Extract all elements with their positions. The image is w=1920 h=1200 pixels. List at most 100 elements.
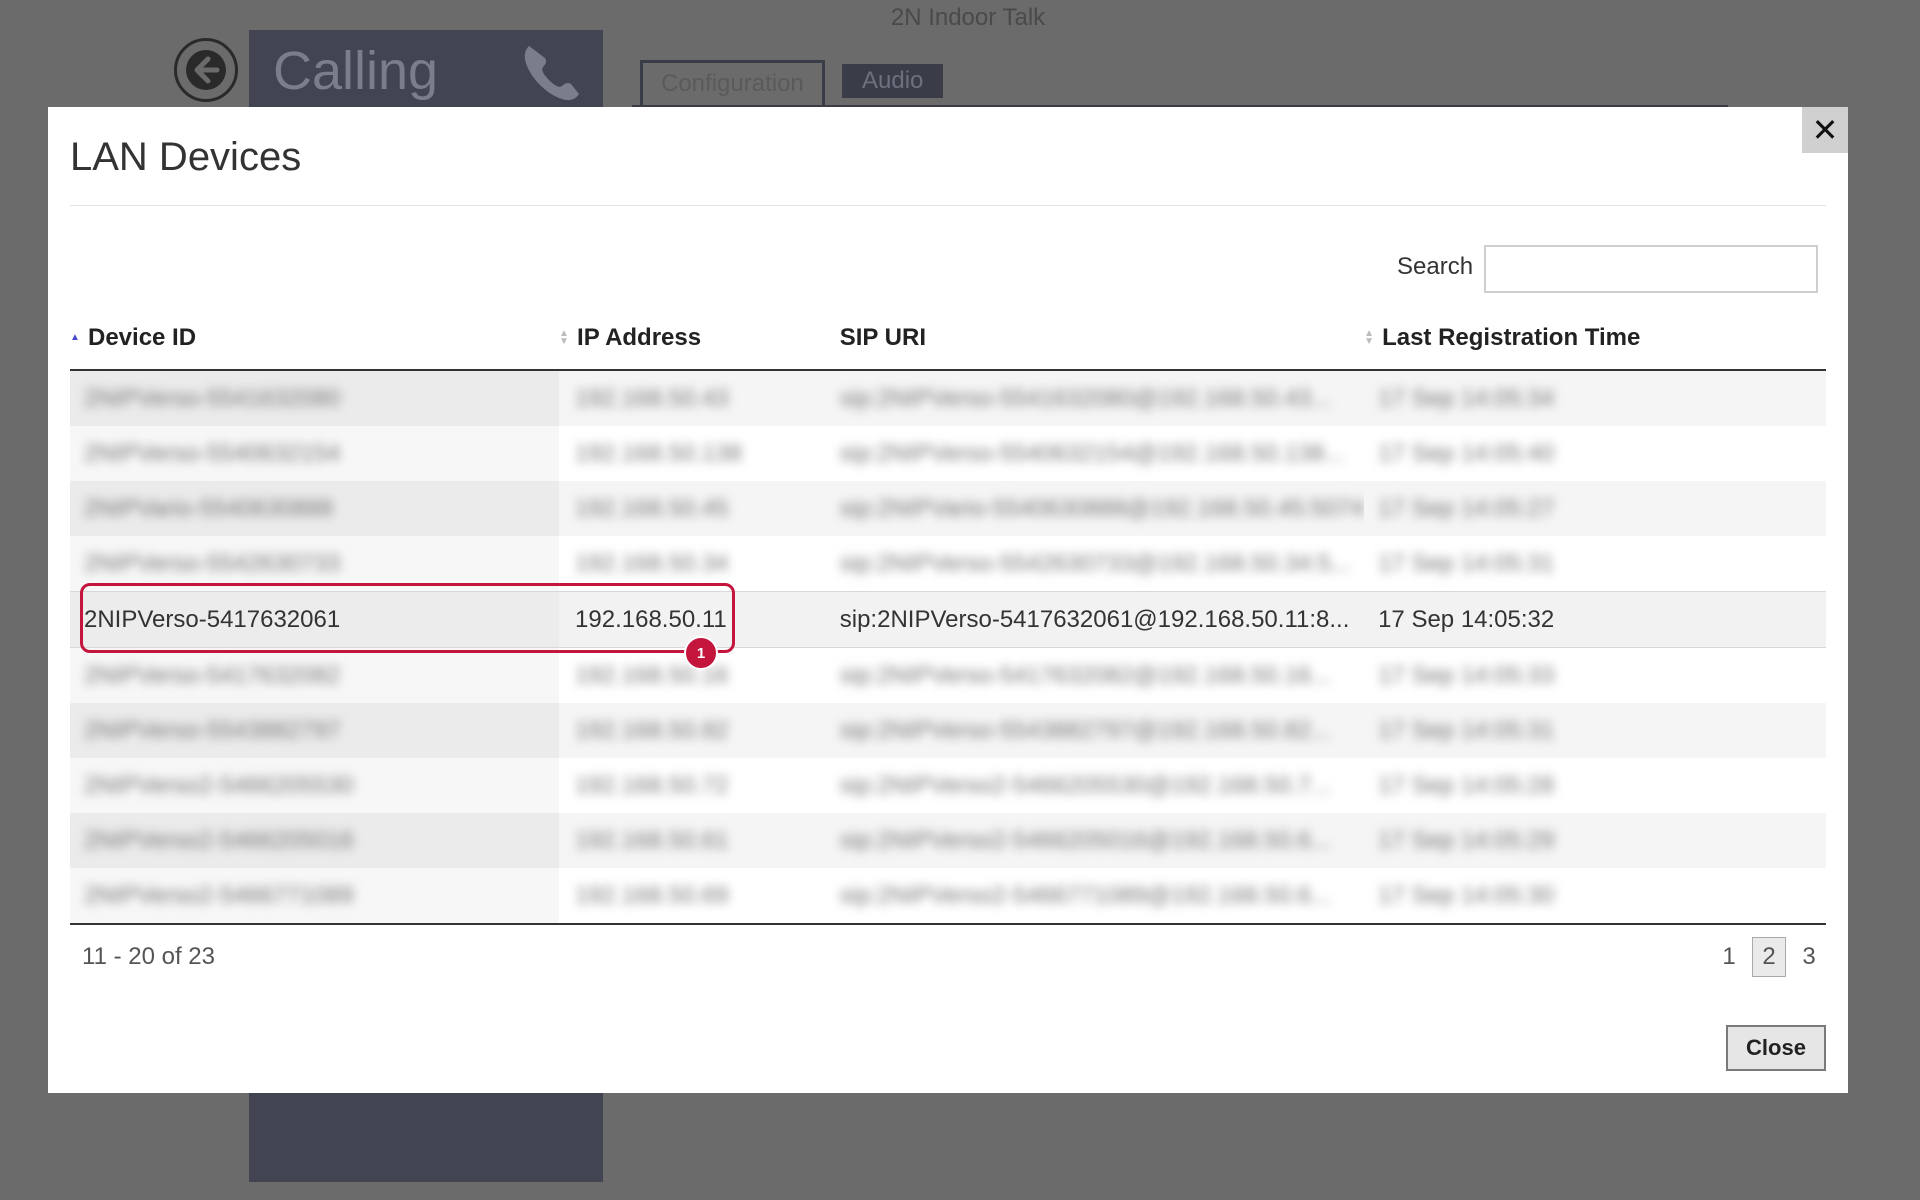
cell-device-id: 2NIPVerso-5417632082: [70, 647, 560, 703]
cell-last-registration-text: 17 Sep 14:05:32: [1378, 605, 1555, 633]
back-button[interactable]: [174, 38, 238, 102]
cell-device-id: 2NIPVerso2-5466205016: [70, 813, 560, 868]
cell-sip-uri-text: sip:2NIPVerso-5417632082@192.168.50.16..…: [839, 661, 1332, 689]
cell-device-id-text: 2NIPVerso-5541632080: [84, 384, 341, 412]
table-row[interactable]: 2NIPVerso2-5466771089 192.168.50.69 sip:2N…: [70, 868, 1826, 925]
pagination: 123: [1712, 937, 1826, 977]
cell-last-registration: 17 Sep 14:05:33: [1364, 647, 1826, 703]
cell-sip-uri: sip:2NIPVerso-5541632080@192.168.50.43..…: [825, 370, 1365, 426]
cell-sip-uri-text: sip:2NIPVario-5540630888@192.168.50.45:5…: [839, 494, 1365, 522]
table-row[interactable]: 2NIPVerso2-5466205530 192.168.50.72 sip:2N…: [70, 758, 1826, 813]
cell-sip-uri-text: sip:2NIPVerso-5540632154@192.168.50.138.…: [839, 439, 1345, 467]
cell-last-registration: 17 Sep 14:05:28: [1364, 758, 1826, 813]
cell-ip-address-text: 192.168.50.43: [575, 384, 729, 412]
page-button[interactable]: 3: [1792, 937, 1826, 977]
cell-ip-address-text: 192.168.50.34: [575, 549, 729, 577]
column-label: Device ID: [88, 324, 197, 351]
step-marker: 1: [684, 636, 718, 670]
table-row[interactable]: 2NIPVerso2-5466205016 192.168.50.61 sip:2N…: [70, 813, 1826, 868]
cell-last-registration: 17 Sep 14:05:34: [1364, 370, 1826, 426]
modal-title: LAN Devices: [70, 135, 302, 179]
phone-icon: [524, 46, 579, 101]
cell-device-id: 2NIPVario-5540630888: [70, 481, 560, 536]
cell-device-id-text: 2NIPVario-5540630888: [84, 494, 334, 522]
cell-device-id-text: 2NIPVerso-5540632154: [84, 439, 341, 467]
cell-last-registration: 17 Sep 14:05:32: [1364, 591, 1826, 648]
table-row[interactable]: 2NIPVerso-5541632080 192.168.50.43 sip:2NI…: [70, 370, 1826, 426]
cell-device-id: 2NIPVerso-5540632154: [70, 426, 560, 481]
cell-device-id-text: 2NIPVerso2-5466205530: [84, 771, 354, 799]
cell-sip-uri: sip:2NIPVerso-5417632082@192.168.50.16..…: [825, 647, 1365, 703]
cell-device-id: 2NIPVerso-5541632080: [70, 370, 560, 426]
title-divider: [70, 205, 1826, 206]
cell-sip-uri-text: sip:2NIPVerso-5417632061@192.168.50.11:8…: [839, 605, 1350, 633]
cell-device-id: 2NIPVerso-5543882797: [70, 703, 560, 758]
cell-ip-address: 192.168.50.43: [559, 370, 826, 426]
table-row[interactable]: 2NIPVerso-5543882797 192.168.50.82 sip:2NI…: [70, 703, 1826, 758]
sort-ascending-icon: ▲: [70, 332, 80, 343]
cell-last-registration-text: 17 Sep 14:05:31: [1378, 549, 1555, 577]
cell-last-registration: 17 Sep 14:05:27: [1364, 481, 1826, 536]
cell-device-id-text: 2NIPVerso2-5466771089: [84, 881, 354, 909]
column-label: SIP URI: [839, 324, 926, 351]
cell-sip-uri-text: sip:2NIPVerso-5541632080@192.168.50.43..…: [839, 384, 1332, 412]
column-header-last-registration[interactable]: ▲ ▼ Last Registration Time: [1364, 307, 1826, 371]
cell-ip-address-text: 192.168.50.138: [575, 439, 742, 467]
cell-sip-uri: sip:2NIPVerso-5540632154@192.168.50.138.…: [825, 426, 1365, 481]
sort-icon: ▲ ▼: [559, 328, 569, 347]
cell-last-registration-text: 17 Sep 14:05:29: [1378, 826, 1555, 854]
cell-sip-uri: sip:2NIPVerso2-5466205016@192.168.50.6..…: [825, 813, 1365, 868]
cell-ip-address-text: 192.168.50.69: [575, 881, 729, 909]
cell-ip-address: 192.168.50.34: [559, 536, 826, 592]
cell-device-id-text: 2NIPVerso2-5466205016: [84, 826, 354, 854]
cell-ip-address-text: 192.168.50.45: [575, 494, 729, 522]
pagination-info: 11 - 20 of 23: [82, 943, 215, 970]
table-row[interactable]: 2NIPVerso-5417632082 192.168.50.16 sip:2NI…: [70, 647, 1826, 703]
panel-title: Calling: [273, 41, 439, 101]
sort-icon: ▲ ▼: [1364, 328, 1374, 347]
cell-ip-address-text: 192.168.50.11: [575, 605, 727, 633]
table-row[interactable]: 2NIPVario-5540630888 192.168.50.45 sip:2NI…: [70, 481, 1826, 536]
close-button[interactable]: Close: [1726, 1025, 1826, 1071]
lan-devices-modal: ✕ LAN Devices Search ▲ Device ID ▲ ▼ IP A…: [48, 107, 1848, 1093]
cell-ip-address-text: 192.168.50.82: [575, 716, 729, 744]
app-title: 2N Indoor Talk: [890, 4, 1046, 31]
cell-sip-uri-text: sip:2NIPVerso-5543882797@192.168.50.82..…: [839, 716, 1332, 744]
cell-ip-address-text: 192.168.50.61: [575, 826, 729, 854]
cell-ip-address: 192.168.50.61: [559, 813, 826, 868]
tab-configuration[interactable]: Configuration: [640, 60, 825, 106]
cell-last-registration-text: 17 Sep 14:05:27: [1378, 494, 1555, 522]
cell-device-id-text: 2NIPVerso-5542630733: [84, 549, 341, 577]
page-button[interactable]: 2: [1752, 937, 1786, 977]
cell-last-registration-text: 17 Sep 14:05:40: [1378, 439, 1555, 467]
cell-last-registration-text: 17 Sep 14:05:33: [1378, 661, 1555, 689]
column-header-sip-uri: SIP URI: [825, 307, 1365, 371]
cell-ip-address: 192.168.50.45: [559, 481, 826, 536]
cell-device-id-text: 2NIPVerso-5417632082: [84, 661, 341, 689]
column-header-device-id[interactable]: ▲ Device ID: [70, 307, 560, 371]
table-row[interactable]: 2NIPVerso-5540632154 192.168.50.138 sip:2N…: [70, 426, 1826, 481]
cell-device-id: 2NIPVerso2-5466771089: [70, 868, 560, 925]
cell-sip-uri-text: sip:2NIPVerso2-5466205016@192.168.50.6..…: [839, 826, 1332, 854]
close-icon[interactable]: ✕: [1802, 107, 1848, 153]
devices-table-body: 2NIPVerso-5541632080 192.168.50.43 sip:2NI…: [70, 370, 1826, 925]
tab-audio[interactable]: Audio: [842, 64, 944, 98]
search-label: Search: [1397, 253, 1474, 280]
column-header-ip-address[interactable]: ▲ ▼ IP Address: [559, 307, 826, 371]
cell-device-id-text: 2NIPVerso-5543882797: [84, 716, 341, 744]
column-label: IP Address: [577, 324, 702, 351]
cell-sip-uri: sip:2NIPVerso2-5466205530@192.168.50.7..…: [825, 758, 1365, 813]
cell-last-registration-text: 17 Sep 14:05:34: [1378, 384, 1555, 412]
cell-last-registration: 17 Sep 14:05:29: [1364, 813, 1826, 868]
page-button[interactable]: 1: [1712, 937, 1746, 977]
cell-sip-uri: sip:2NIPVerso-5543882797@192.168.50.82..…: [825, 703, 1365, 758]
tab-bar: Configuration Audio: [632, 60, 1728, 108]
table-row[interactable]: 2NIPVerso-5542630733 192.168.50.34 sip:2NI…: [70, 536, 1826, 592]
table-row-selected[interactable]: 2NIPVerso-5417632061 192.168.50.11 sip:2NI…: [70, 591, 1826, 648]
cell-last-registration-text: 17 Sep 14:05:31: [1378, 716, 1555, 744]
cell-ip-address: 192.168.50.69: [559, 868, 826, 925]
cell-sip-uri-text: sip:2NIPVerso2-5466205530@192.168.50.7..…: [839, 771, 1332, 799]
search-input[interactable]: [1484, 245, 1818, 293]
cell-device-id-text: 2NIPVerso-5417632061: [84, 605, 341, 633]
cell-ip-address: 192.168.50.82: [559, 703, 826, 758]
